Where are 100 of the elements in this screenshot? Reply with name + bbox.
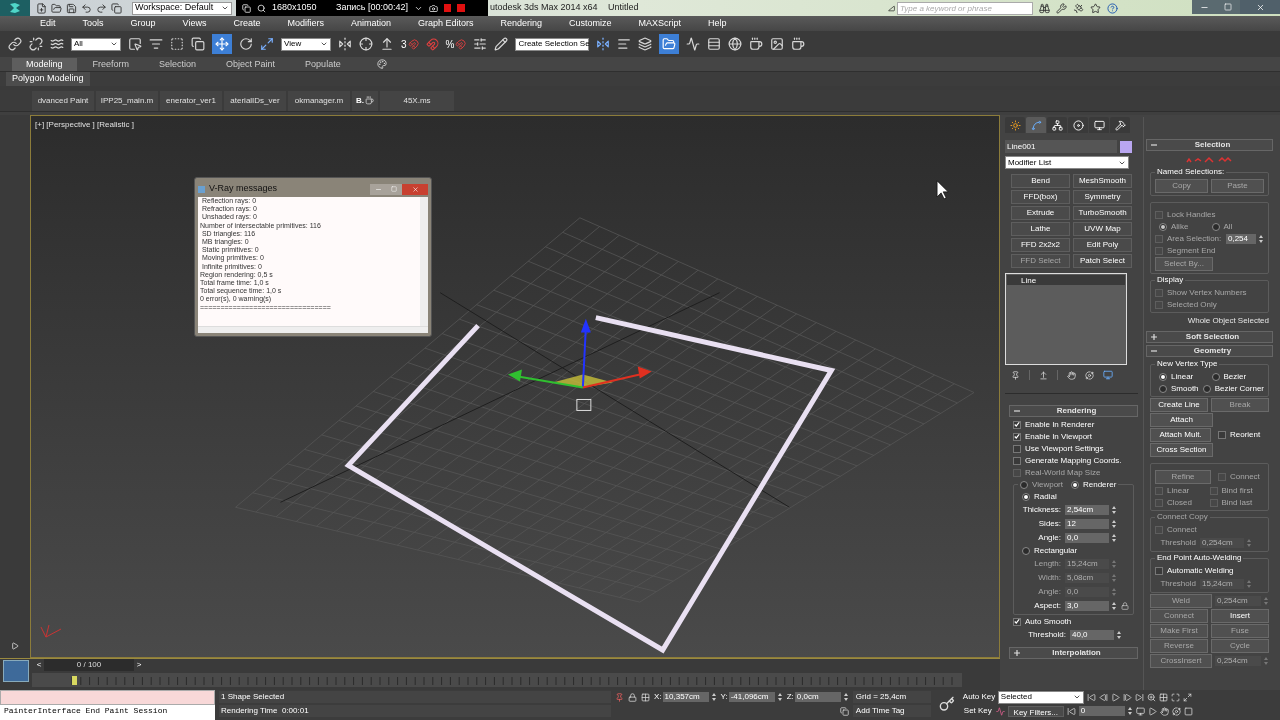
panel-button[interactable]: Cross Section xyxy=(1150,443,1213,457)
pin-stack-icon[interactable] xyxy=(1011,370,1020,380)
ribbon-tab[interactable]: Populate xyxy=(291,58,355,71)
maximize-viewport-icon[interactable] xyxy=(1183,706,1193,716)
radio-button[interactable] xyxy=(1071,480,1079,489)
modifier-button[interactable]: FFD(box) xyxy=(1011,190,1070,204)
modifier-button[interactable]: Extrude xyxy=(1011,206,1070,220)
wrench-icon[interactable] xyxy=(1056,2,1067,14)
search-icon[interactable] xyxy=(257,3,266,13)
waves-icon[interactable] xyxy=(50,37,64,51)
spinner-field[interactable]: 0,0 xyxy=(1065,532,1109,543)
modifier-stack[interactable]: Line xyxy=(1005,273,1127,365)
pan-icon[interactable] xyxy=(1159,706,1169,716)
curve-editor-icon[interactable] xyxy=(686,37,701,51)
star-icon[interactable] xyxy=(1090,2,1101,14)
redo-icon[interactable] xyxy=(96,2,107,14)
panel-button[interactable]: Create Line xyxy=(1150,398,1208,412)
panel-button[interactable]: Insert xyxy=(1211,609,1269,623)
undo-icon[interactable] xyxy=(81,2,92,14)
object-name-field[interactable]: Line001 xyxy=(1005,140,1117,153)
script-button[interactable]: aterialIDs_ver xyxy=(224,90,286,111)
command-tab[interactable] xyxy=(1089,117,1109,133)
ribbon-options-icon[interactable] xyxy=(376,59,387,69)
open-folder-icon[interactable] xyxy=(51,2,62,14)
lock-selection-icon[interactable] xyxy=(628,692,637,702)
spinner-arrows-icon[interactable] xyxy=(1111,600,1117,611)
save-icon[interactable] xyxy=(66,2,77,14)
show-end-result-icon[interactable] xyxy=(1039,370,1048,380)
modifier-button[interactable]: FFD 2x2x2 xyxy=(1011,238,1070,252)
app-logo[interactable] xyxy=(0,0,30,16)
search-field[interactable]: Type a keyword or phrase xyxy=(897,1,1033,15)
checkbox[interactable] xyxy=(1013,456,1021,465)
edit-named-selection-icon[interactable] xyxy=(494,37,509,51)
time-slider-thumb[interactable]: 0 / 100 xyxy=(44,659,134,671)
viewport-scene[interactable] xyxy=(31,116,999,657)
rollout-header[interactable]: Selection xyxy=(1146,139,1273,151)
radio-button[interactable] xyxy=(1022,546,1030,555)
scale-icon[interactable] xyxy=(260,37,274,51)
key-filters-button[interactable]: Key Filters... xyxy=(1007,705,1064,717)
checkbox[interactable] xyxy=(1218,431,1226,439)
stack-item[interactable]: Line xyxy=(1007,275,1125,285)
binoculars-icon[interactable] xyxy=(1039,2,1050,14)
horizontal-scrollbar[interactable] xyxy=(198,326,428,333)
ribbon-tab[interactable]: Modeling xyxy=(12,58,77,71)
new-file-icon[interactable] xyxy=(36,2,47,14)
radio-button[interactable] xyxy=(1159,384,1167,393)
spinner-field[interactable]: 2,54cm xyxy=(1065,504,1109,515)
object-color-swatch[interactable] xyxy=(1120,140,1132,153)
stop-icon[interactable] xyxy=(457,4,466,12)
modifier-button[interactable]: Edit Poly xyxy=(1073,238,1132,252)
ribbon-panel-label[interactable]: Polygon Modeling xyxy=(6,72,90,86)
align-icon[interactable] xyxy=(617,37,632,51)
zoom-extents-icon[interactable] xyxy=(1170,692,1180,702)
camera-icon[interactable] xyxy=(429,3,439,13)
checkbox[interactable] xyxy=(1013,617,1021,626)
menu-item[interactable]: Modifiers xyxy=(287,16,324,31)
next-frame-icon[interactable] xyxy=(1122,692,1132,702)
modifier-button[interactable]: Bend xyxy=(1011,174,1070,188)
lock-icon[interactable] xyxy=(1121,601,1129,610)
play-icon[interactable] xyxy=(1110,692,1120,702)
spinner-arrows-icon[interactable] xyxy=(776,692,783,702)
ribbon-tab[interactable]: Selection xyxy=(145,58,211,71)
panel-button[interactable]: Attach xyxy=(1150,413,1213,427)
modifier-list-dropdown[interactable]: Modifier List xyxy=(1005,156,1129,169)
scene-explorer-tool[interactable] xyxy=(659,34,680,54)
expand-icon[interactable] xyxy=(888,4,895,12)
menu-item[interactable]: Create xyxy=(233,16,261,31)
command-tab[interactable] xyxy=(1110,117,1130,133)
spinner-field[interactable]: 12 xyxy=(1065,518,1109,529)
spline-shape[interactable] xyxy=(344,315,836,654)
menu-item[interactable]: MAXScript xyxy=(638,16,682,31)
modifier-button[interactable]: TurboSmooth xyxy=(1073,206,1132,220)
key-icon[interactable] xyxy=(938,696,955,712)
menu-item[interactable]: Graph Editors xyxy=(417,16,474,31)
plus-icon[interactable] xyxy=(1014,650,1020,656)
selection-region-icon[interactable] xyxy=(170,37,184,51)
auto-key-button[interactable]: Auto Key xyxy=(962,691,995,703)
next-frame-button[interactable]: > xyxy=(134,659,144,671)
command-tab[interactable] xyxy=(1068,117,1088,133)
help-icon[interactable] xyxy=(1107,2,1118,14)
modifier-button[interactable]: Symmetry xyxy=(1073,190,1132,204)
named-selection-dropdown[interactable]: Create Selection Se xyxy=(515,37,590,51)
reference-coordinate-dropdown[interactable]: View xyxy=(281,37,331,51)
menu-item[interactable]: Group xyxy=(130,16,156,31)
radio-button[interactable] xyxy=(1159,372,1167,381)
menu-item[interactable]: Rendering xyxy=(500,16,543,31)
snap-toggle[interactable]: 3 xyxy=(401,36,407,52)
command-tab[interactable] xyxy=(1047,117,1067,133)
modifier-button[interactable]: UVW Map xyxy=(1073,222,1132,236)
listener-input[interactable] xyxy=(0,690,215,705)
spinner-arrows-icon[interactable] xyxy=(1258,233,1264,244)
previous-frame-icon[interactable] xyxy=(1098,692,1108,702)
select-object-icon[interactable] xyxy=(128,37,142,51)
transform-mode-icon[interactable] xyxy=(641,692,650,702)
move-gizmo[interactable] xyxy=(508,318,652,411)
viewport-label[interactable]: [+] [Perspective ] [Realistic ] xyxy=(35,119,134,131)
satellite-icon[interactable] xyxy=(1073,2,1084,14)
mirror-icon[interactable] xyxy=(596,37,611,51)
spinner-arrows-icon[interactable] xyxy=(842,692,849,702)
menu-item[interactable]: Views xyxy=(182,16,207,31)
